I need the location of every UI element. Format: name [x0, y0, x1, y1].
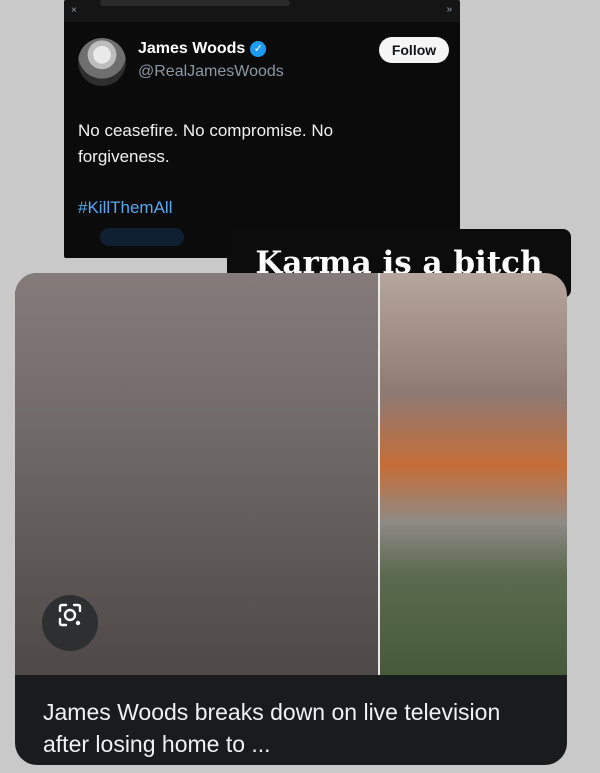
news-photo-wildfire[interactable] [380, 273, 567, 675]
tweet-top-bar: × » [64, 0, 460, 22]
follow-button[interactable]: Follow [379, 37, 449, 63]
hashtag-link[interactable]: #KillThemAll [78, 198, 172, 218]
author-name-row[interactable]: James Woods ✓ [138, 40, 267, 58]
author-name[interactable]: James Woods [138, 40, 245, 57]
author-handle[interactable]: @RealJamesWoods [138, 63, 284, 81]
news-headline[interactable]: James Woods breaks down on live televisi… [43, 696, 543, 760]
double-chevron-icon[interactable]: » [446, 4, 452, 15]
close-icon[interactable]: × [71, 5, 77, 16]
verified-badge-icon: ✓ [250, 41, 267, 57]
tweet-card: × » James Woods ✓ @RealJamesWoods Follow … [64, 0, 460, 258]
news-card[interactable]: James Woods breaks down on live televisi… [15, 273, 567, 765]
tweet-text: No ceasefire. No compromise. No forgiven… [78, 121, 334, 166]
avatar[interactable] [78, 38, 126, 86]
lens-icon-graphic [58, 603, 82, 627]
google-lens-icon[interactable] [42, 595, 98, 651]
cropped-button-remnant [100, 228, 184, 246]
cropped-header-remnant [100, 0, 290, 6]
